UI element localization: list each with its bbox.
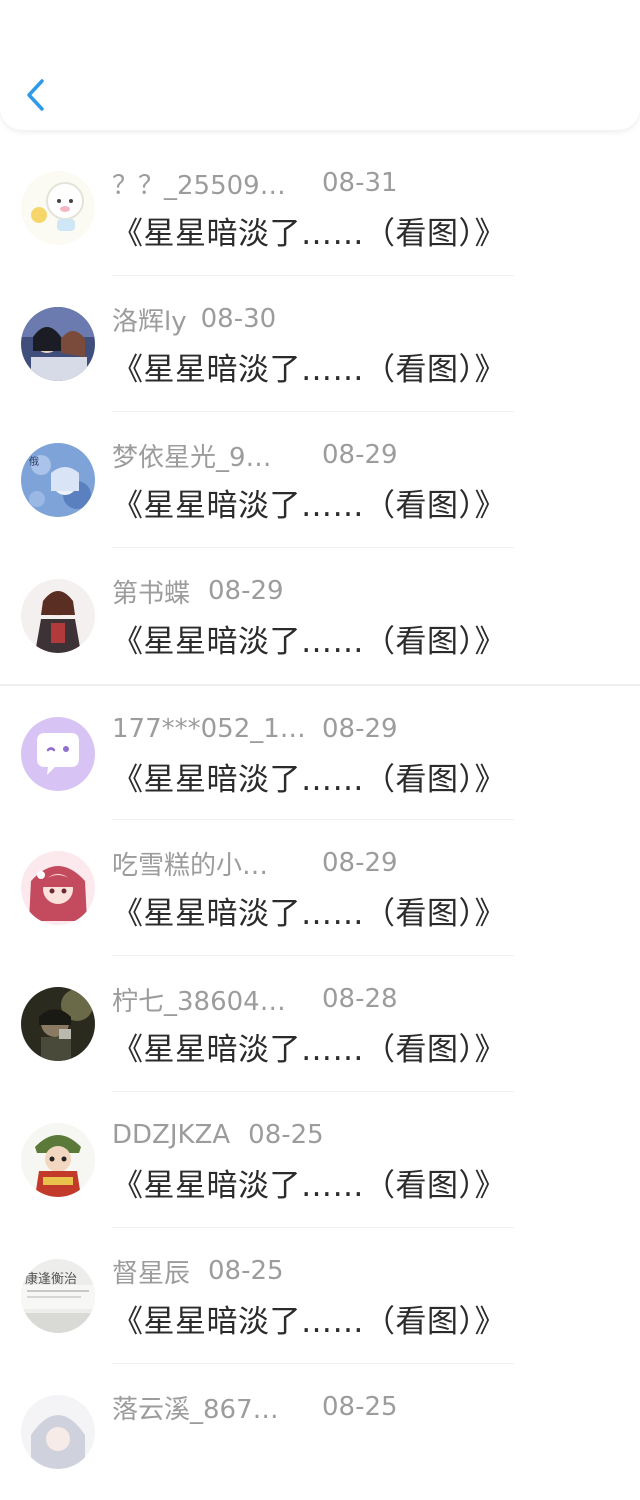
- list-item[interactable]: ？？_25509… 08-31 《星星暗淡了……（看图）》: [0, 140, 640, 276]
- date: 08-31: [322, 168, 398, 198]
- avatar[interactable]: [21, 171, 95, 245]
- article-title[interactable]: 《星星暗淡了……（看图）》: [112, 1024, 506, 1069]
- comment-meta: ？？_25509… 08-31: [112, 165, 398, 202]
- comment-meta: 第书蝶 08-29: [112, 573, 284, 610]
- date: 08-25: [322, 1392, 398, 1422]
- date: 08-25: [208, 1256, 284, 1286]
- avatar[interactable]: [21, 1123, 95, 1197]
- avatar[interactable]: [21, 987, 95, 1061]
- date: 08-29: [322, 440, 398, 470]
- comment-meta: 督星辰 08-25: [112, 1253, 284, 1290]
- username[interactable]: 177***052_1…: [112, 714, 322, 744]
- username[interactable]: 吃雪糕的小…: [112, 845, 322, 882]
- article-title[interactable]: 《星星暗淡了……（看图）》: [112, 1160, 506, 1205]
- comment-meta: 吃雪糕的小… 08-29: [112, 845, 398, 882]
- list-item[interactable]: 俄 梦依星光_9… 08-29 《星星暗淡了……（看图）》: [0, 412, 640, 548]
- username[interactable]: 洛辉ly: [112, 301, 187, 338]
- avatar[interactable]: 康逢衡治: [21, 1259, 95, 1333]
- article-title[interactable]: 《星星暗淡了……（看图）》: [112, 888, 506, 933]
- article-title[interactable]: 《星星暗淡了……（看图）》: [112, 344, 506, 389]
- back-button[interactable]: [18, 74, 52, 116]
- avatar[interactable]: [21, 851, 95, 925]
- avatar[interactable]: [21, 307, 95, 381]
- username[interactable]: 督星辰: [112, 1253, 190, 1290]
- username[interactable]: ？？_25509…: [112, 165, 322, 202]
- comment-meta: 落云溪_867… 08-25: [112, 1389, 398, 1426]
- chevron-left-icon: [27, 79, 44, 111]
- comment-meta: 177***052_1… 08-29: [112, 712, 398, 746]
- article-title[interactable]: 《星星暗淡了……（看图）》: [112, 754, 506, 799]
- date: 08-30: [200, 304, 277, 334]
- username[interactable]: 落云溪_867…: [112, 1389, 322, 1426]
- list-item[interactable]: 落云溪_867… 08-25: [0, 1364, 640, 1500]
- date: 08-28: [322, 984, 398, 1014]
- list-item[interactable]: 康逢衡治 督星辰 08-25 《星星暗淡了……（看图）》: [0, 1228, 640, 1364]
- comment-meta: 梦依星光_9… 08-29: [112, 437, 398, 474]
- comment-meta: 柠七_38604… 08-28: [112, 981, 398, 1018]
- comment-meta: 洛辉ly 08-30: [112, 301, 277, 338]
- avatar[interactable]: 俄: [21, 443, 95, 517]
- date: 08-29: [322, 714, 398, 744]
- svg-text:俄: 俄: [29, 456, 39, 468]
- date: 08-29: [208, 576, 284, 606]
- list-item[interactable]: 洛辉ly 08-30 《星星暗淡了……（看图）》: [0, 276, 640, 412]
- svg-text:康逢衡治: 康逢衡治: [25, 1271, 77, 1287]
- username[interactable]: 梦依星光_9…: [112, 437, 322, 474]
- list-item[interactable]: 177***052_1… 08-29 《星星暗淡了……（看图）》: [0, 686, 640, 820]
- username[interactable]: 柠七_38604…: [112, 981, 322, 1018]
- list-item[interactable]: 柠七_38604… 08-28 《星星暗淡了……（看图）》: [0, 956, 640, 1092]
- top-nav-bar: [0, 0, 640, 130]
- username[interactable]: DDZJKZA: [112, 1120, 230, 1150]
- comment-meta: DDZJKZA 08-25: [112, 1118, 324, 1152]
- avatar[interactable]: [21, 579, 95, 653]
- article-title[interactable]: 《星星暗淡了……（看图）》: [112, 208, 506, 253]
- list-item[interactable]: 吃雪糕的小… 08-29 《星星暗淡了……（看图）》: [0, 820, 640, 956]
- comment-list: ？？_25509… 08-31 《星星暗淡了……（看图）》 洛辉ly 08-30…: [0, 140, 640, 1500]
- list-item[interactable]: 第书蝶 08-29 《星星暗淡了……（看图）》: [0, 548, 640, 684]
- avatar[interactable]: [21, 717, 95, 791]
- date: 08-25: [248, 1120, 324, 1150]
- article-title[interactable]: 《星星暗淡了……（看图）》: [112, 1296, 506, 1341]
- username[interactable]: 第书蝶: [112, 573, 190, 610]
- list-item[interactable]: DDZJKZA 08-25 《星星暗淡了……（看图）》: [0, 1092, 640, 1228]
- article-title[interactable]: 《星星暗淡了……（看图）》: [112, 480, 506, 525]
- article-title[interactable]: 《星星暗淡了……（看图）》: [112, 616, 506, 661]
- avatar[interactable]: [21, 1395, 95, 1469]
- date: 08-29: [322, 848, 398, 878]
